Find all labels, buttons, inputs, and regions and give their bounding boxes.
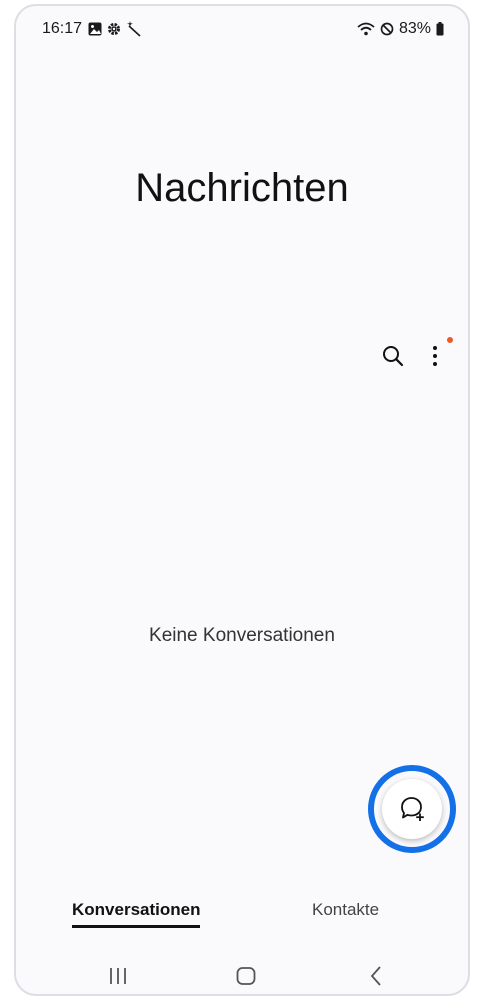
tab-konversationen-label: Konversationen [72, 900, 201, 919]
fab-highlight-ring [368, 765, 456, 853]
gallery-icon [88, 22, 102, 36]
new-conversation-button[interactable] [382, 779, 442, 839]
gear-icon [108, 23, 120, 35]
home-icon [236, 967, 256, 985]
back-button[interactable] [356, 962, 396, 990]
app-title: Nachrichten [135, 166, 349, 210]
recents-icon [110, 968, 126, 984]
status-time: 16:17 [42, 20, 83, 37]
status-bar: 16:17 83% [16, 6, 468, 50]
search-button[interactable] [376, 339, 410, 373]
home-button[interactable] [226, 962, 266, 990]
recents-button[interactable] [98, 962, 138, 990]
new-conversation-icon [401, 797, 424, 821]
battery-icon [436, 22, 444, 36]
back-icon [370, 966, 381, 986]
active-tab-indicator [72, 925, 201, 928]
more-options-button[interactable] [418, 339, 452, 373]
search-icon [383, 346, 404, 367]
phone-screen: 16:17 83% Nachrichten Keine Konversation… [14, 4, 470, 996]
magic-wand-icon [127, 21, 141, 37]
wifi-icon [357, 22, 375, 36]
empty-state-text: Keine Konversationen [149, 625, 335, 646]
system-nav-bar [16, 956, 468, 994]
battery-percent: 83% [398, 20, 431, 37]
tab-kontakte-label: Kontakte [312, 900, 380, 919]
status-icons-right: 83% [357, 20, 444, 38]
tab-konversationen[interactable]: Konversationen [72, 900, 201, 928]
notification-dot [447, 337, 453, 343]
tab-kontakte[interactable]: Kontakte [312, 900, 379, 920]
bottom-tabs: Konversationen Kontakte [16, 894, 468, 934]
status-icons-left [88, 21, 142, 37]
more-options-icon [433, 346, 437, 366]
do-not-disturb-icon [380, 22, 394, 36]
